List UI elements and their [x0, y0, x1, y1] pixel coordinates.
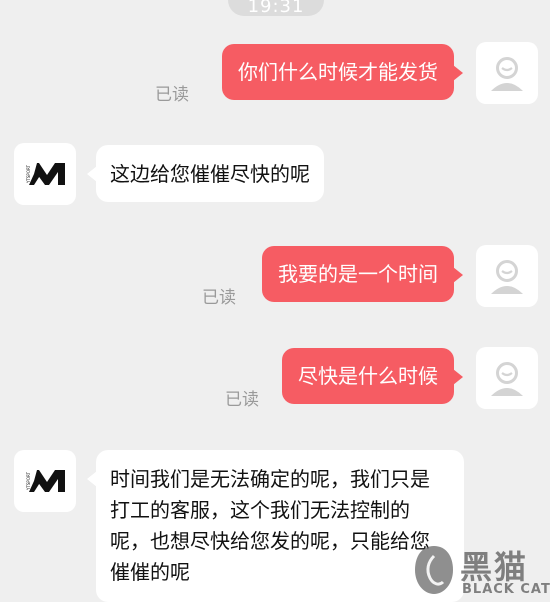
- default-user-icon: [491, 57, 523, 91]
- default-user-icon: [491, 362, 523, 396]
- message-line: 呢，也想尽快给您发的呢，只能给您: [110, 529, 430, 553]
- svg-text:YTSPORT: YTSPORT: [26, 472, 31, 491]
- brand-logo-icon: YTSPORT: [26, 163, 65, 185]
- watermark-en: BLACK CAT: [462, 582, 550, 597]
- read-receipt: 已读: [202, 288, 236, 308]
- default-user-icon: [491, 260, 523, 294]
- user-avatar[interactable]: [476, 42, 538, 104]
- shop-avatar[interactable]: YTSPORT: [14, 450, 76, 512]
- message-line: 催催的呢: [110, 560, 190, 584]
- brand-logo-icon: YTSPORT: [26, 470, 65, 492]
- message-line: 打工的客服，这个我们无法控制的: [110, 498, 410, 522]
- read-receipt: 已读: [155, 85, 189, 105]
- incoming-message-bubble[interactable]: 这边给您催催尽快的呢: [87, 145, 324, 202]
- outgoing-message-bubble[interactable]: 尽快是什么时候: [282, 348, 463, 404]
- user-avatar[interactable]: [476, 245, 538, 307]
- watermark: 黑猫 BLACK CAT: [412, 540, 550, 602]
- user-avatar[interactable]: [476, 347, 538, 409]
- read-receipt: 已读: [225, 390, 259, 410]
- incoming-message-bubble[interactable]: 时间我们是无法确定的呢，我们只是 打工的客服，这个我们无法控制的 呢，也想尽快给…: [87, 450, 464, 602]
- outgoing-message-bubble[interactable]: 你们什么时候才能发货: [222, 44, 463, 100]
- svg-text:YTSPORT: YTSPORT: [26, 165, 31, 184]
- shop-avatar[interactable]: YTSPORT: [14, 143, 76, 205]
- outgoing-message-bubble[interactable]: 我要的是一个时间: [262, 246, 463, 302]
- timestamp-pill: 19:31: [228, 0, 324, 17]
- message-line: 时间我们是无法确定的呢，我们只是: [110, 467, 430, 491]
- cat-logo-icon: [415, 546, 453, 594]
